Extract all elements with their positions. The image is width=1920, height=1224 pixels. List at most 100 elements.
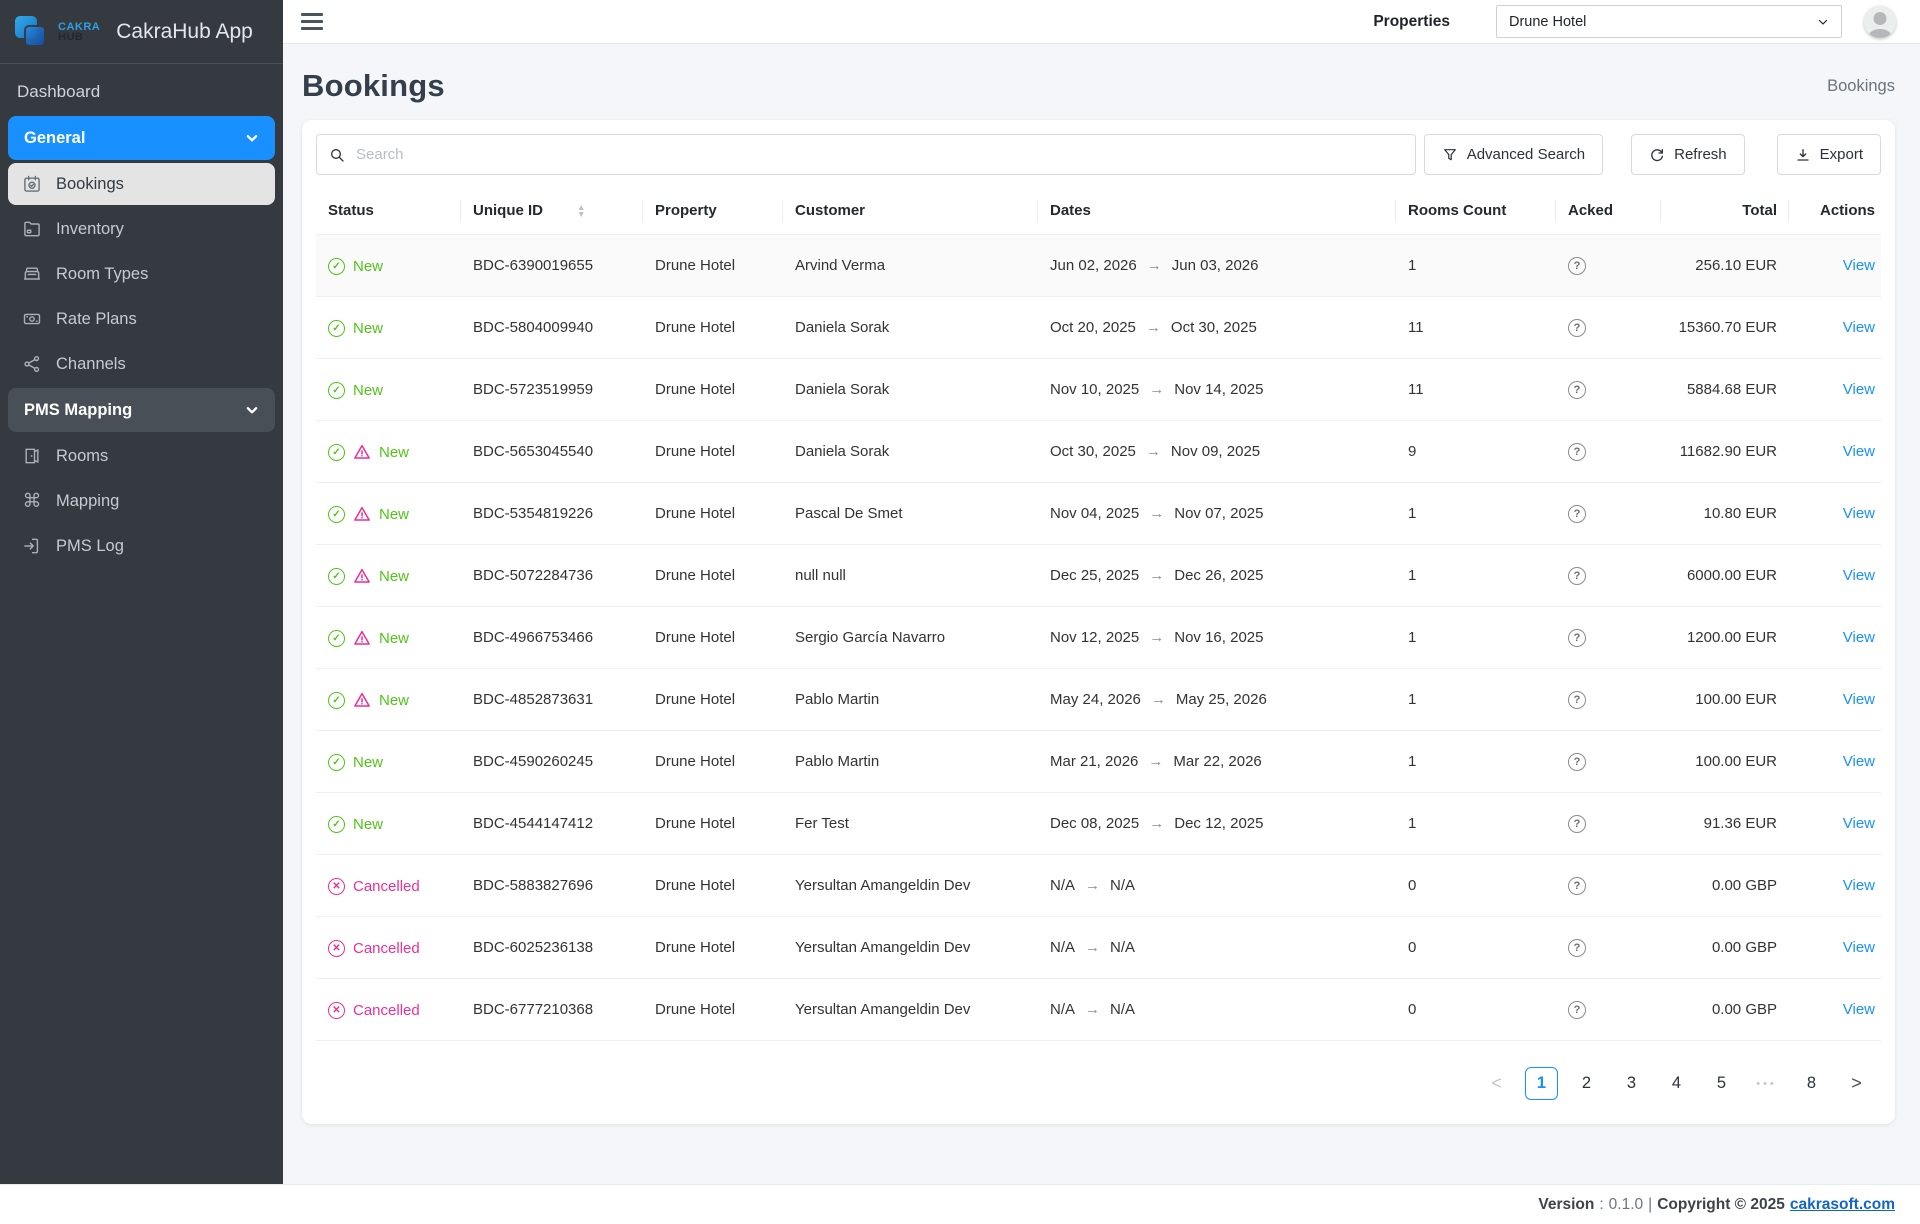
- question-circle-icon[interactable]: ?: [1568, 505, 1586, 523]
- table-row[interactable]: ✓ New BDC-5072284736 Drune Hotel null nu…: [316, 545, 1881, 607]
- view-link[interactable]: View: [1843, 815, 1875, 832]
- question-circle-icon[interactable]: ?: [1568, 815, 1586, 833]
- sidebar-item-pms-log[interactable]: PMS Log: [8, 525, 275, 567]
- question-circle-icon[interactable]: ?: [1568, 691, 1586, 709]
- sidebar-item-general[interactable]: General: [8, 116, 275, 160]
- question-circle-icon[interactable]: ?: [1568, 877, 1586, 895]
- column-header-unique-id[interactable]: Unique ID▲▼: [461, 187, 643, 235]
- property-name: Drune Hotel: [643, 359, 783, 421]
- question-circle-icon[interactable]: ?: [1568, 753, 1586, 771]
- view-link[interactable]: View: [1843, 691, 1875, 708]
- table-row[interactable]: ✕ Cancelled BDC-6777210368 Drune Hotel Y…: [316, 979, 1881, 1041]
- customer-name: Daniela Sorak: [783, 421, 1038, 483]
- pager-next-button[interactable]: >: [1840, 1067, 1873, 1100]
- sidebar-item-label: Mapping: [56, 492, 119, 511]
- property-select[interactable]: Drune Hotel: [1496, 5, 1842, 38]
- sidebar-item-pms-mapping[interactable]: PMS Mapping: [8, 388, 275, 432]
- question-circle-icon[interactable]: ?: [1568, 939, 1586, 957]
- warning-triangle-icon: [353, 567, 371, 585]
- sidebar-item-channels[interactable]: Channels: [8, 343, 275, 385]
- pager-prev-button[interactable]: <: [1480, 1067, 1513, 1100]
- menu-toggle-button[interactable]: [301, 13, 323, 30]
- view-link[interactable]: View: [1843, 629, 1875, 646]
- pager-page-8[interactable]: 8: [1795, 1067, 1828, 1100]
- date-from: Oct 30, 2025: [1050, 443, 1136, 460]
- question-circle-icon[interactable]: ?: [1568, 381, 1586, 399]
- sidebar-item-bookings[interactable]: Bookings: [8, 163, 275, 205]
- question-circle-icon[interactable]: ?: [1568, 567, 1586, 585]
- status-badge: ✓ New: [328, 754, 383, 771]
- pager-page-3[interactable]: 3: [1615, 1067, 1648, 1100]
- rooms-count: 1: [1396, 545, 1556, 607]
- question-circle-icon[interactable]: ?: [1568, 629, 1586, 647]
- version-value: 0.1.0: [1609, 1196, 1643, 1214]
- table-row[interactable]: ✓ New BDC-4590260245 Drune Hotel Pablo M…: [316, 731, 1881, 793]
- sidebar-item-rooms[interactable]: Rooms: [8, 435, 275, 477]
- close-circle-icon: ✕: [328, 878, 345, 895]
- date-from: N/A: [1050, 1001, 1075, 1018]
- sort-icon[interactable]: ▲▼: [577, 204, 585, 218]
- view-link[interactable]: View: [1843, 877, 1875, 894]
- search-input[interactable]: [354, 145, 1403, 164]
- check-circle-icon: ✓: [328, 630, 345, 647]
- sidebar-item-label: Room Types: [56, 265, 148, 284]
- question-circle-icon[interactable]: ?: [1568, 319, 1586, 337]
- view-link[interactable]: View: [1843, 443, 1875, 460]
- pager-page-4[interactable]: 4: [1660, 1067, 1693, 1100]
- table-row[interactable]: ✕ Cancelled BDC-5883827696 Drune Hotel Y…: [316, 855, 1881, 917]
- warning-triangle-icon: [353, 629, 371, 647]
- view-link[interactable]: View: [1843, 381, 1875, 398]
- customer-name: Yersultan Amangeldin Dev: [783, 979, 1038, 1041]
- total-amount: 0.00 GBP: [1661, 917, 1789, 979]
- view-link[interactable]: View: [1843, 939, 1875, 956]
- table-row[interactable]: ✓ New BDC-6390019655 Drune Hotel Arvind …: [316, 235, 1881, 297]
- table-row[interactable]: ✓ New BDC-4544147412 Drune Hotel Fer Tes…: [316, 793, 1881, 855]
- date-from: Mar 21, 2026: [1050, 753, 1138, 770]
- advanced-search-button[interactable]: Advanced Search: [1424, 134, 1603, 175]
- table-row[interactable]: ✓ New BDC-4852873631 Drune Hotel Pablo M…: [316, 669, 1881, 731]
- rooms-count: 1: [1396, 235, 1556, 297]
- table-row[interactable]: ✕ Cancelled BDC-6025236138 Drune Hotel Y…: [316, 917, 1881, 979]
- bookings-table: Status Unique ID▲▼ Property Customer Dat…: [316, 187, 1881, 1041]
- total-amount: 91.36 EUR: [1661, 793, 1789, 855]
- table-row[interactable]: ✓ New BDC-5804009940 Drune Hotel Daniela…: [316, 297, 1881, 359]
- table-row[interactable]: ✓ New BDC-4966753466 Drune Hotel Sergio …: [316, 607, 1881, 669]
- question-circle-icon[interactable]: ?: [1568, 1001, 1586, 1019]
- brand[interactable]: CAKRAHUB CakraHub App: [0, 0, 283, 64]
- view-link[interactable]: View: [1843, 257, 1875, 274]
- download-icon: [1795, 147, 1811, 163]
- sidebar-item-room-types[interactable]: Room Types: [8, 253, 275, 295]
- total-amount: 6000.00 EUR: [1661, 545, 1789, 607]
- rooms-count: 11: [1396, 359, 1556, 421]
- arrow-right-icon: →: [1149, 381, 1164, 398]
- booking-unique-id: BDC-6025236138: [461, 917, 643, 979]
- refresh-button[interactable]: Refresh: [1631, 134, 1745, 175]
- rooms-count: 0: [1396, 979, 1556, 1041]
- total-amount: 100.00 EUR: [1661, 731, 1789, 793]
- view-link[interactable]: View: [1843, 1001, 1875, 1018]
- table-row[interactable]: ✓ New BDC-5723519959 Drune Hotel Daniela…: [316, 359, 1881, 421]
- sidebar-item-mapping[interactable]: ⌘ Mapping: [8, 480, 275, 522]
- sidebar-item-rate-plans[interactable]: Rate Plans: [8, 298, 275, 340]
- view-link[interactable]: View: [1843, 753, 1875, 770]
- export-button[interactable]: Export: [1777, 134, 1881, 175]
- pager-page-5[interactable]: 5: [1705, 1067, 1738, 1100]
- check-circle-icon: ✓: [328, 816, 345, 833]
- topbar: Properties Drune Hotel: [283, 0, 1920, 44]
- avatar[interactable]: [1864, 6, 1896, 38]
- view-link[interactable]: View: [1843, 505, 1875, 522]
- question-circle-icon[interactable]: ?: [1568, 257, 1586, 275]
- pager-page-1[interactable]: 1: [1525, 1067, 1558, 1100]
- view-link[interactable]: View: [1843, 567, 1875, 584]
- table-row[interactable]: ✓ New BDC-5354819226 Drune Hotel Pascal …: [316, 483, 1881, 545]
- column-header-acked: Acked: [1556, 187, 1661, 235]
- sidebar-item-inventory[interactable]: Inventory: [8, 208, 275, 250]
- question-circle-icon[interactable]: ?: [1568, 443, 1586, 461]
- view-link[interactable]: View: [1843, 319, 1875, 336]
- breadcrumb[interactable]: Bookings: [1827, 77, 1895, 96]
- customer-name: null null: [783, 545, 1038, 607]
- status-badge: ✓ New: [328, 320, 383, 337]
- cakrasoft-link[interactable]: cakrasoft.com: [1790, 1196, 1895, 1214]
- table-row[interactable]: ✓ New BDC-5653045540 Drune Hotel Daniela…: [316, 421, 1881, 483]
- pager-page-2[interactable]: 2: [1570, 1067, 1603, 1100]
